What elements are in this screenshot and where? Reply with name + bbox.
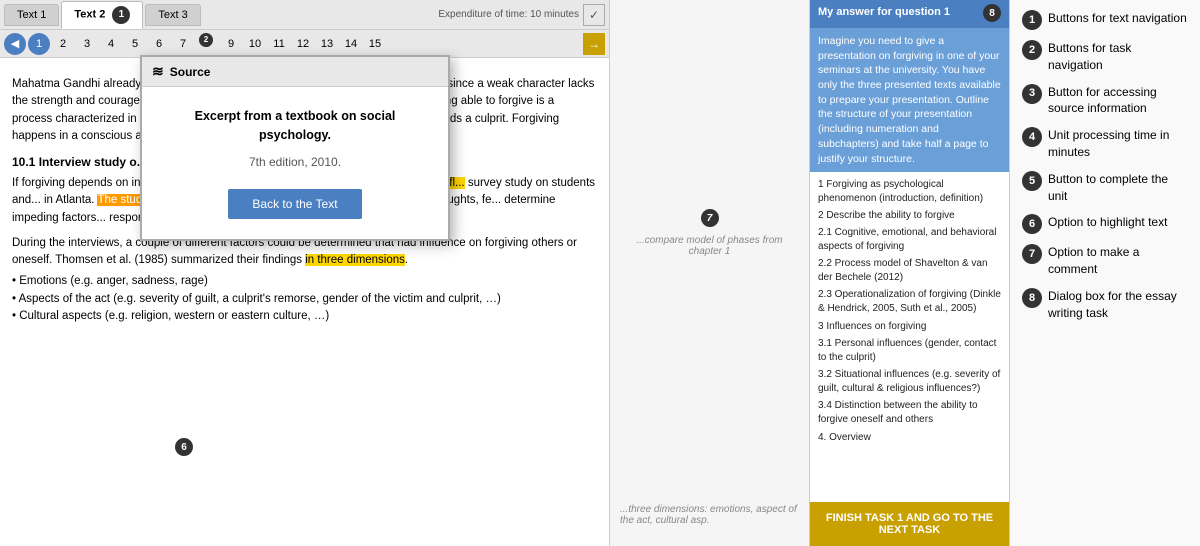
right-reading-panel: My answer for question 1 8 Imagine you n… [810,0,1010,546]
annotation-num-1: 1 [1022,10,1042,30]
annotation-text-6: Option to highlight text [1048,214,1167,231]
annotation-panel: 1 Buttons for text navigation 2 Buttons … [1010,0,1200,546]
annotation-item-6: 6 Option to highlight text [1022,214,1188,234]
badge-8: 8 [983,4,1001,22]
tab1-label: Text 1 [17,9,46,21]
bullet-list: • Emotions (e.g. anger, sadness, rage) •… [12,273,597,325]
annotation-num-8: 8 [1022,288,1042,308]
essay-item-4: 2.2 Process model of Shavelton & van der… [818,257,1001,285]
highlight-4: in three dimensions [305,254,405,266]
left-panel: Text 1 Text 2 1 Text 3 Expenditure of ti… [0,0,610,546]
annotation-text-1: Buttons for text navigation [1048,10,1187,27]
annotation-num-7: 7 [1022,244,1042,264]
source-dialog: ≋ Source Excerpt from a textbook on soci… [140,55,450,241]
badge-1: 1 [112,6,130,24]
nav-num-7[interactable]: 7 [172,33,194,55]
tab-text1[interactable]: Text 1 [4,4,59,26]
tab3-label: Text 3 [158,9,187,21]
essay-item-10: 4. Overview [818,431,1001,445]
question-text: Imagine you need to give a presentation … [810,28,1009,172]
annotation-item-1: 1 Buttons for text navigation [1022,10,1188,30]
source-excerpt: Excerpt from a textbook on social psycho… [195,107,396,169]
annotation-item-3: 3 Button for accessing source informatio… [1022,84,1188,118]
essay-item-8: 3.2 Situational influences (e.g. severit… [818,368,1001,396]
nav-num-14[interactable]: 14 [340,33,362,55]
answer-box: My answer for question 1 8 [810,0,1009,28]
excerpt-line2: psychology. [195,126,396,145]
nav-num-13[interactable]: 13 [316,33,338,55]
nav-num-6[interactable]: 6 [148,33,170,55]
dimensions-note: ...three dimensions: emotions, aspect of… [620,504,799,526]
nav-num-1[interactable]: 1 [28,33,50,55]
essay-item-7: 3.1 Personal influences (gender, contact… [818,337,1001,365]
annotation-num-3: 3 [1022,84,1042,104]
annotation-num-2: 2 [1022,40,1042,60]
essay-item-6: 3 Influences on forgiving [818,320,1001,334]
bullet-3: • Cultural aspects (e.g. religion, weste… [12,308,597,325]
essay-item-9: 3.4 Distinction between the ability to f… [818,399,1001,427]
excerpt-line1: Excerpt from a textbook on social [195,107,396,126]
source-dialog-title: Source [170,65,211,79]
tab-text2[interactable]: Text 2 1 [61,1,143,29]
annotation-num-4: 4 [1022,127,1042,147]
essay-item-2: 2 Describe the ability to forgive [818,209,1001,223]
annotation-text-8: Dialog box for the essay writing task [1048,288,1188,322]
essay-content[interactable]: 1 Forgiving as psychological phenomenon … [810,172,1009,502]
badge-7: 7 [701,209,719,227]
source-dialog-body: Excerpt from a textbook on social psycho… [142,87,448,239]
annotation-item-7: 7 Option to make a comment [1022,244,1188,278]
nav-num-4[interactable]: 4 [100,33,122,55]
essay-item-5: 2.3 Operationalization of forgiving (Din… [818,288,1001,316]
source-edition: 7th edition, 2010. [195,155,396,169]
nav-num-5[interactable]: 5 [124,33,146,55]
complete-button[interactable]: → [583,33,605,55]
essay-item-3: 2.1 Cognitive, emotional, and behavioral… [818,226,1001,254]
source-dialog-header: ≋ Source [142,57,448,87]
bullet-1: • Emotions (e.g. anger, sadness, rage) [12,273,597,290]
nav-num-8[interactable]: 8 2 [196,33,218,55]
back-to-text-button[interactable]: Back to the Text [228,189,361,219]
badge-7-container: 7 [620,209,799,227]
middle-panel: 7 ...compare model of phases from chapte… [610,0,810,546]
timer-text: Expenditure of time: 10 minutes [438,9,579,20]
annotation-num-6: 6 [1022,214,1042,234]
nav-num-1[interactable]: ◀ [4,33,26,55]
annotation-item-2: 2 Buttons for task navigation [1022,40,1188,74]
nav-num-12[interactable]: 12 [292,33,314,55]
finish-task-button[interactable]: FINISH TASK 1 AND GO TO THE NEXT TASK [810,502,1009,546]
badge-6: 6 [175,438,193,456]
nav-bar-right: → [583,33,605,55]
annotation-text-3: Button for accessing source information [1048,84,1188,118]
middle-panel-content: 7 ...compare model of phases from chapte… [620,209,799,337]
nav-num-11[interactable]: 11 [268,33,290,55]
annotation-text-4: Unit processing time in minutes [1048,127,1188,161]
tab2-label: Text 2 [74,8,105,20]
answer-box-label: My answer for question 1 [818,6,950,18]
compare-note: ...compare model of phases from chapter … [620,235,799,257]
annotation-text-5: Button to complete the unit [1048,171,1188,205]
nav-num-10[interactable]: 10 [244,33,266,55]
timer-area: Expenditure of time: 10 minutes ✓ [438,4,605,26]
annotation-item-8: 8 Dialog box for the essay writing task [1022,288,1188,322]
annotation-text-7: Option to make a comment [1048,244,1188,278]
tab-text3[interactable]: Text 3 [145,4,200,26]
essay-item-1: 1 Forgiving as psychological phenomenon … [818,178,1001,206]
nav-badge2: 2 [199,33,213,47]
annotation-item-5: 5 Button to complete the unit [1022,171,1188,205]
nav-num-9[interactable]: 9 [220,33,242,55]
annotation-text-2: Buttons for task navigation [1048,40,1188,74]
nav-num-2[interactable]: 2 [52,33,74,55]
nav-bar: ◀ 1 2 3 4 5 6 7 8 2 9 10 11 12 13 14 15 … [0,30,609,58]
source-dialog-icon: ≋ [152,63,164,80]
tab-bar: Text 1 Text 2 1 Text 3 Expenditure of ti… [0,0,609,30]
nav-arrow-left: ◀ [11,37,19,50]
bullet-2: • Aspects of the act (e.g. severity of g… [12,291,597,308]
annotation-item-4: 4 Unit processing time in minutes [1022,127,1188,161]
complete-unit-button[interactable]: ✓ [583,4,605,26]
nav-num-3[interactable]: 3 [76,33,98,55]
nav-num-15[interactable]: 15 [364,33,386,55]
annotation-num-5: 5 [1022,171,1042,191]
